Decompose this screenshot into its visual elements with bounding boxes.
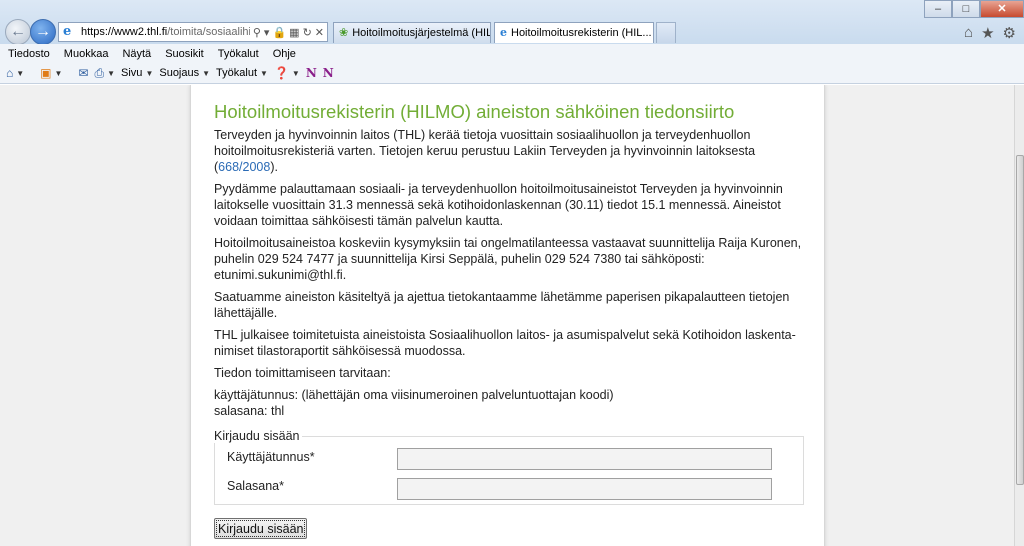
scrollbar-thumb[interactable] [1016, 155, 1024, 485]
tools-menu-label: Työkalut [216, 67, 258, 79]
chevron-down-icon: ▼ [54, 68, 63, 78]
address-bar[interactable]: e https://www2.thl.fi/toimita/sosiaalihi… [58, 22, 328, 42]
mail-command[interactable]: ✉ [78, 66, 88, 80]
page-viewport: Hoitoilmoitusrekisterin (HILMO) aineisto… [0, 85, 1014, 546]
chevron-down-icon: ▼ [107, 68, 116, 78]
search-icon[interactable]: ⚲ [253, 26, 261, 39]
browser-titlebar: – □ ✕ ← → e https://www2.thl.fi/toimita/… [0, 0, 1024, 45]
back-arrow-icon[interactable]: ← [5, 19, 31, 45]
safety-menu[interactable]: Suojaus ▼ [159, 67, 210, 79]
print-command[interactable]: ⎙ ▼ [95, 66, 116, 81]
onenote-command[interactable]: N [306, 66, 317, 80]
home-icon: ⌂ [6, 66, 14, 80]
menu-item-nayta[interactable]: Näytä [122, 48, 151, 60]
safety-menu-label: Suojaus [159, 67, 200, 79]
home-command[interactable]: ⌂ ▼ [6, 66, 24, 80]
chevron-down-icon: ▼ [145, 68, 154, 78]
mail-icon: ✉ [78, 66, 89, 80]
password-label: Salasana* [227, 479, 284, 493]
tools-menu[interactable]: Työkalut ▼ [216, 67, 268, 79]
login-legend: Kirjaudu sisään [214, 429, 303, 443]
menu-item-ohje[interactable]: Ohje [273, 48, 296, 60]
ie-page-icon: e [500, 26, 507, 39]
feedback-paragraph: Saatuamme aineiston käsiteltyä ja ajettu… [214, 290, 790, 320]
tab-hoitoilmoitusrekisterin[interactable]: e Hoitoilmoitusrekisterin (HIL... ✕ [494, 22, 654, 43]
home-icon[interactable]: ⌂ [964, 24, 973, 42]
menu-item-tyokalut[interactable]: Työkalut [218, 48, 259, 60]
menu-bar: Tiedosto Muokkaa Näytä Suosikit Työkalut… [0, 44, 1024, 63]
refresh-icon[interactable]: ↻ [303, 26, 312, 39]
requirements-heading: Tiedon toimittamiseen tarvitaan: [214, 366, 391, 380]
login-fieldset: Kirjaudu sisään Käyttäjätunnus* Salasana… [214, 429, 804, 505]
ie-logo-icon: e [63, 24, 72, 39]
onenote-linked-icon: N [322, 66, 334, 80]
dropdown-chevron-icon[interactable]: ▾ [264, 26, 270, 39]
maximize-button[interactable]: □ [952, 0, 980, 18]
username-label: Käyttäjätunnus* [227, 450, 315, 464]
publication-paragraph: THL julkaisee toimitetuista aineistoista… [214, 328, 796, 358]
page-title: Hoitoilmoitusrekisterin (HILMO) aineisto… [214, 101, 735, 122]
window-controls: – □ ✕ [924, 0, 1024, 18]
forward-arrow-icon[interactable]: → [30, 19, 56, 45]
deadline-paragraph: Pyydämme palauttamaan sosiaali- ja terve… [214, 182, 783, 228]
content-column: Hoitoilmoitusrekisterin (HILMO) aineisto… [190, 85, 825, 546]
menu-item-suosikit[interactable]: Suosikit [165, 48, 204, 60]
new-tab-button[interactable] [656, 22, 676, 43]
compat-view-icon[interactable]: ▦ [289, 26, 299, 39]
help-icon: ❓ [273, 66, 289, 80]
chevron-down-icon: ▼ [291, 68, 300, 78]
credentials-info: käyttäjätunnus: (lähettäjän oma viisinum… [214, 388, 614, 418]
star-icon[interactable]: ★ [981, 24, 994, 42]
onenote-linked-command[interactable]: N [323, 66, 334, 80]
menu-item-muokkaa[interactable]: Muokkaa [64, 48, 109, 60]
login-submit-button[interactable]: Kirjaudu sisään [214, 518, 308, 539]
username-input[interactable] [397, 448, 772, 470]
vertical-scrollbar[interactable] [1014, 85, 1024, 546]
lock-icon[interactable]: 🔒 [272, 26, 286, 39]
feeds-command[interactable]: ▣ ▼ [40, 66, 62, 80]
menu-item-tiedosto[interactable]: Tiedosto [8, 48, 50, 60]
tab-title: Hoitoilmoitusrekisterin (HIL... [511, 27, 652, 39]
intro-paragraph: Terveyden ja hyvinvoinnin laitos (THL) k… [214, 128, 756, 174]
rss-feed-icon: ▣ [40, 66, 52, 80]
chevron-down-icon: ▼ [260, 68, 268, 78]
tab-title: Hoitoilmoitusjärjestelmä (HIL... [352, 27, 491, 39]
close-window-button[interactable]: ✕ [980, 0, 1024, 18]
page-menu-label: Sivu [121, 67, 143, 79]
password-input[interactable] [397, 478, 772, 500]
stop-icon[interactable]: ✕ [315, 26, 324, 39]
site-favicon-icon: ❀ [339, 27, 349, 39]
contact-paragraph: Hoitoilmoitusaineistoa koskeviin kysymyk… [214, 236, 802, 282]
address-url[interactable]: https://www2.thl.fi/toimita/sosiaalihilm [81, 26, 250, 38]
onenote-icon: N [305, 66, 317, 80]
gear-icon[interactable]: ⚙ [1003, 24, 1016, 42]
help-command[interactable]: ❓ ▼ [274, 66, 300, 80]
chevron-down-icon: ▼ [202, 68, 211, 78]
law-link[interactable]: 668/2008 [218, 160, 270, 174]
page-menu[interactable]: Sivu ▼ [121, 67, 153, 79]
tab-hoitoilmoitusjarjestelma[interactable]: ❀ Hoitoilmoitusjärjestelmä (HIL... [333, 22, 491, 43]
chevron-down-icon: ▼ [16, 68, 25, 78]
command-bar: ⌂ ▼ ▣ ▼ ✉ ⎙ ▼ Sivu ▼ Suojaus ▼ Työkalut ▼ ❓ ▼ N… [0, 63, 1024, 84]
minimize-button[interactable]: – [924, 0, 952, 18]
printer-icon: ⎙ [94, 65, 105, 80]
